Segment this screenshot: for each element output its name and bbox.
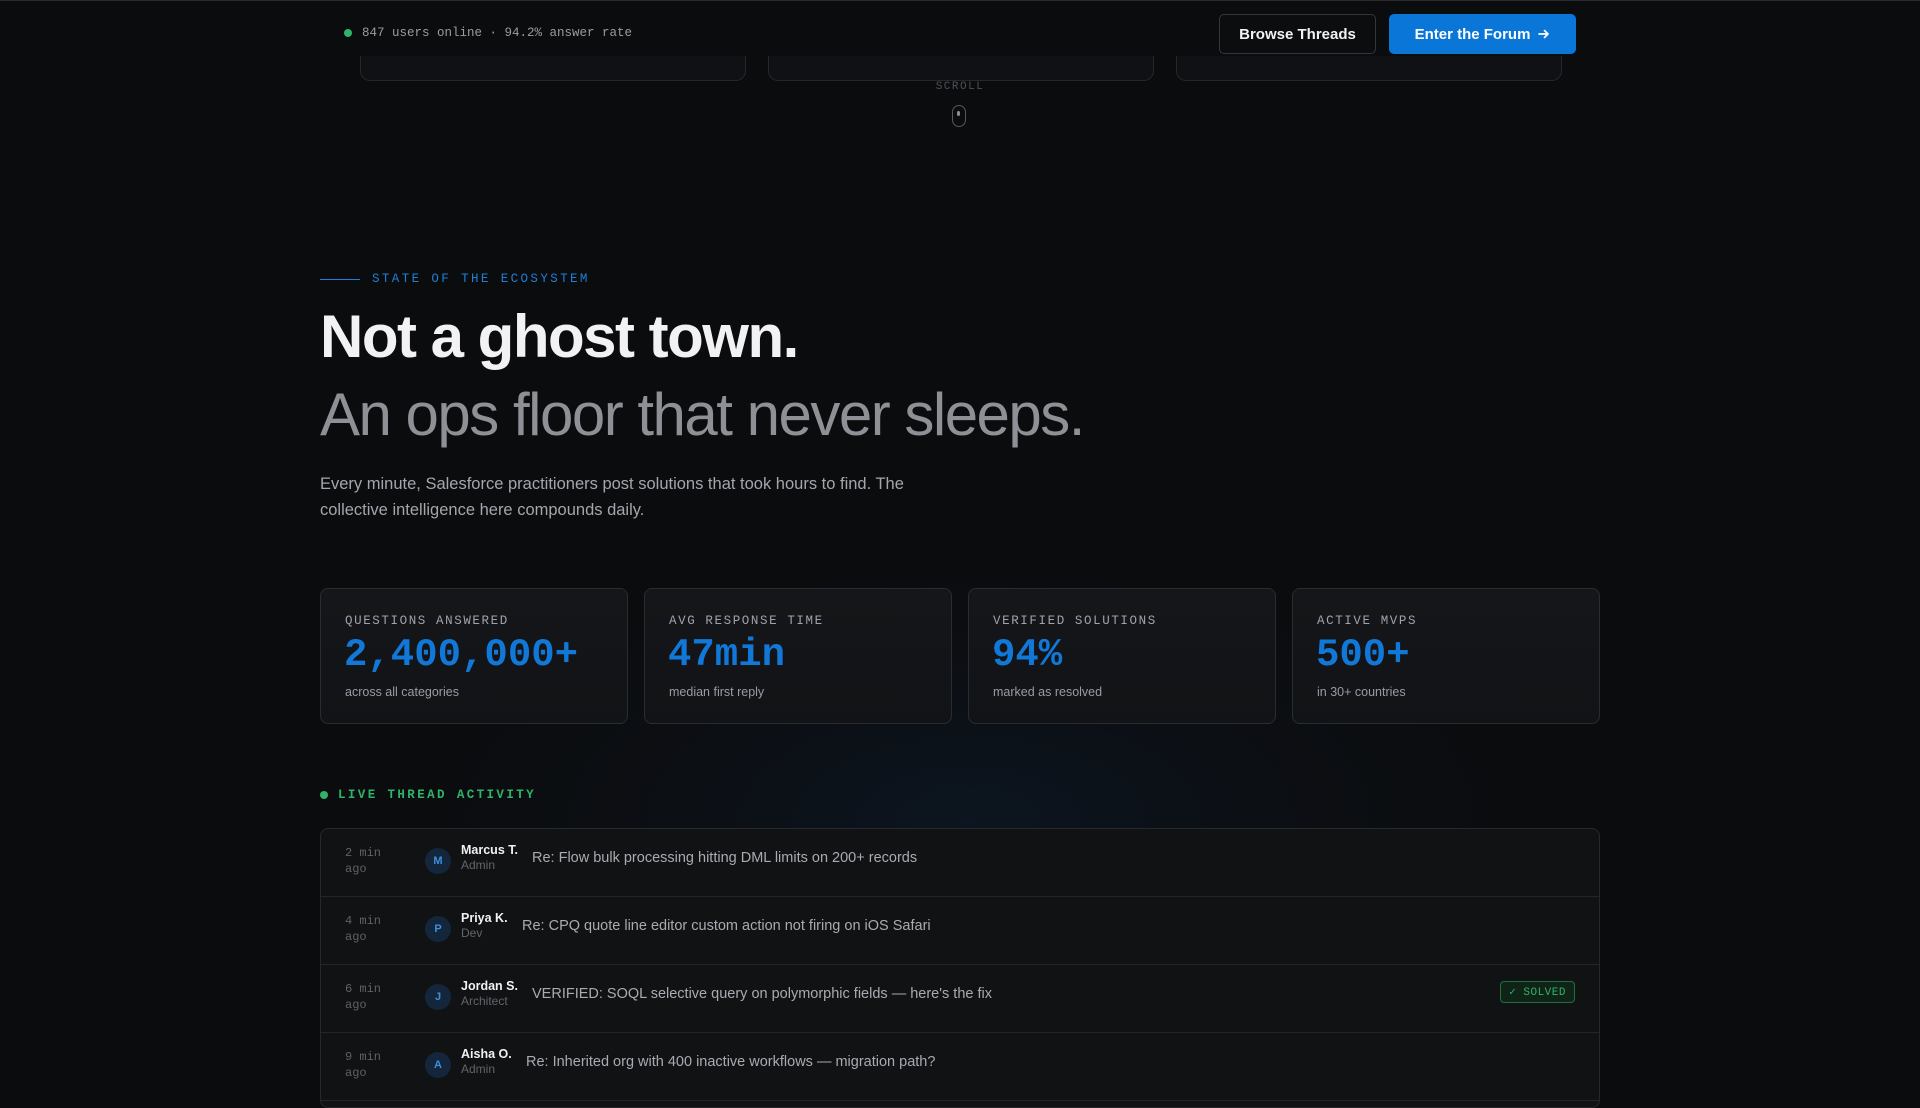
- thread-time: 9 min ago: [345, 1050, 382, 1080]
- author-name: Jordan S.: [461, 979, 518, 993]
- author-role: Admin: [461, 858, 496, 872]
- section-eyebrow: STATE OF THE ECOSYSTEM: [320, 272, 590, 286]
- browse-threads-label: Browse Threads: [1239, 25, 1356, 43]
- author-name: Aisha O.: [461, 1047, 512, 1061]
- thread-author: Priya K. Dev: [461, 911, 508, 941]
- thread-title-link[interactable]: Re: Inherited org with 400 inactive work…: [526, 1054, 935, 1070]
- thread-row[interactable]: 4 min ago P Priya K. Dev Re: CPQ quote l…: [321, 897, 1599, 965]
- stat-value: 47min: [668, 633, 786, 677]
- thread-author: Jordan S. Architect: [461, 979, 518, 1009]
- eyebrow-divider: [320, 278, 360, 280]
- status-text: 847 users online · 94.2% answer rate: [362, 26, 633, 40]
- thread-author: Aisha O. Admin: [461, 1047, 512, 1077]
- avatar: P: [425, 916, 451, 942]
- thread-row[interactable]: 6 min ago J Jordan S. Architect VERIFIED…: [321, 965, 1599, 1033]
- thread-author: Marcus T. Admin: [461, 843, 518, 873]
- stat-card-mvps: ACTIVE MVPS 500+ in 30+ countries: [1292, 588, 1600, 724]
- stat-label: QUESTIONS ANSWERED: [345, 614, 509, 628]
- author-role: Admin: [461, 1062, 496, 1076]
- stat-value: 2,400,000+: [344, 633, 579, 677]
- scroll-hint-label: SCROLL: [935, 81, 985, 93]
- avatar: A: [425, 1052, 451, 1078]
- author-role: Dev: [461, 926, 483, 940]
- live-activity-heading: LIVE THREAD ACTIVITY: [320, 788, 536, 802]
- preview-card-1: [360, 56, 746, 81]
- thread-row[interactable]: 2 min ago M Marcus T. Admin Re: Flow bul…: [321, 829, 1599, 897]
- enter-forum-label: Enter the Forum: [1414, 25, 1531, 43]
- author-role: Architect: [461, 994, 508, 1008]
- live-dot-icon: [320, 791, 328, 799]
- stat-caption: median first reply: [669, 685, 765, 699]
- avatar: J: [425, 984, 451, 1010]
- preview-card-3: [1176, 56, 1562, 81]
- stat-card-response-time: AVG RESPONSE TIME 47min median first rep…: [644, 588, 952, 724]
- enter-forum-button[interactable]: Enter the Forum: [1389, 14, 1576, 54]
- page-title: Not a ghost town.: [320, 303, 799, 370]
- stat-value: 500+: [1316, 633, 1410, 677]
- thread-title-link[interactable]: Re: CPQ quote line editor custom action …: [522, 918, 931, 934]
- solved-badge: ✓ SOLVED: [1500, 981, 1575, 1003]
- stat-card-questions: QUESTIONS ANSWERED 2,400,000+ across all…: [320, 588, 628, 724]
- thread-title-link[interactable]: Re: Flow bulk processing hitting DML lim…: [532, 850, 917, 866]
- stat-card-verified: VERIFIED SOLUTIONS 94% marked as resolve…: [968, 588, 1276, 724]
- thread-title-link[interactable]: VERIFIED: SOQL selective query on polymo…: [532, 986, 992, 1002]
- lead-paragraph: Every minute, Salesforce practitioners p…: [320, 475, 904, 519]
- thread-activity-feed: 2 min ago M Marcus T. Admin Re: Flow bul…: [320, 828, 1600, 1108]
- stat-value: 94%: [992, 633, 1063, 677]
- stat-caption: across all categories: [345, 685, 459, 699]
- live-activity-title: LIVE THREAD ACTIVITY: [338, 788, 537, 802]
- thread-time: 6 min ago: [345, 982, 382, 1012]
- preview-card-2: [768, 56, 1154, 81]
- thread-row[interactable]: 9 min ago A Aisha O. Admin Re: Inherited…: [321, 1033, 1599, 1101]
- online-status: 847 users online · 94.2% answer rate: [344, 26, 632, 40]
- stat-label: AVG RESPONSE TIME: [669, 614, 824, 628]
- thread-time: 4 min ago: [345, 914, 382, 944]
- avatar: M: [425, 848, 451, 874]
- eyebrow-text: STATE OF THE ECOSYSTEM: [372, 272, 590, 286]
- thread-time: 2 min ago: [345, 846, 382, 876]
- stat-caption: marked as resolved: [993, 685, 1103, 699]
- stat-label: ACTIVE MVPS: [1317, 614, 1418, 628]
- author-name: Marcus T.: [461, 843, 518, 857]
- arrow-right-icon: [1538, 29, 1550, 39]
- mouse-scroll-icon: [952, 105, 966, 127]
- author-name: Priya K.: [461, 911, 508, 925]
- browse-threads-button[interactable]: Browse Threads: [1219, 14, 1376, 54]
- stat-caption: in 30+ countries: [1317, 685, 1406, 699]
- page-subtitle: An ops floor that never sleeps.: [320, 381, 1085, 448]
- online-dot-icon: [344, 29, 352, 37]
- stat-label: VERIFIED SOLUTIONS: [993, 614, 1157, 628]
